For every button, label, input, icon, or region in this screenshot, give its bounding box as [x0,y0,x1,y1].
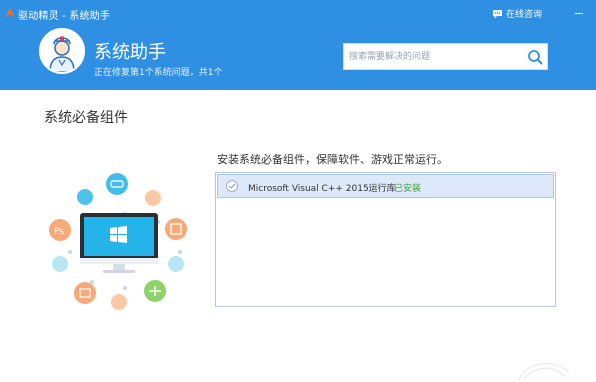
header-banner: 驱动精灵 - 系统助手 在线咨询 系统助手 正在修复第1个系统问题，共1个 [0,0,596,90]
section-description: 安装系统必备组件，保障软件、游戏正常运行。 [217,153,448,166]
minimize-button[interactable] [575,6,583,14]
list-item[interactable]: Microsoft Visual C++ 2015运行库 已安装 [217,174,554,198]
component-list: Microsoft Visual C++ 2015运行库 已安装 [215,172,556,307]
component-status: 已安装 [394,184,422,194]
doctor-avatar-icon [41,30,83,72]
video-icon [74,282,96,304]
online-consult-label: 在线咨询 [506,10,543,20]
search-icon[interactable] [527,49,543,65]
peach-bubble-bottom [111,294,127,310]
light-blue-bubble-left [52,256,68,272]
section-title: 系统必备组件 [44,110,128,126]
window-title: 驱动精灵 - 系统助手 [18,11,111,22]
light-blue-bubble-right [168,256,184,272]
repair-progress-text: 正在修复第1个系统问题，共1个 [94,68,223,78]
peach-bubble-top [145,190,161,206]
app-logo-icon [5,8,15,18]
online-consult-button[interactable]: 在线咨询 [492,7,542,20]
component-name: Microsoft Visual C++ 2015运行库 [248,184,396,194]
window-controls [575,6,583,14]
search-input[interactable] [349,50,519,64]
blue-bubble-top [77,189,93,205]
page-title: 系统助手 [94,42,166,63]
gamepad-bubble [106,173,128,195]
system-components-illustration: Ps [49,173,187,310]
monitor-windows-icon [80,213,158,273]
assistant-avatar [39,28,85,74]
svg-text:Ps: Ps [54,227,64,237]
decorative-swirl-icon [518,363,570,381]
search-box [343,43,548,70]
office-icon [165,218,187,240]
chat-icon [493,9,502,18]
installed-check-icon [226,180,238,192]
title-bar: 驱动精灵 - 系统助手 在线咨询 [0,0,596,28]
